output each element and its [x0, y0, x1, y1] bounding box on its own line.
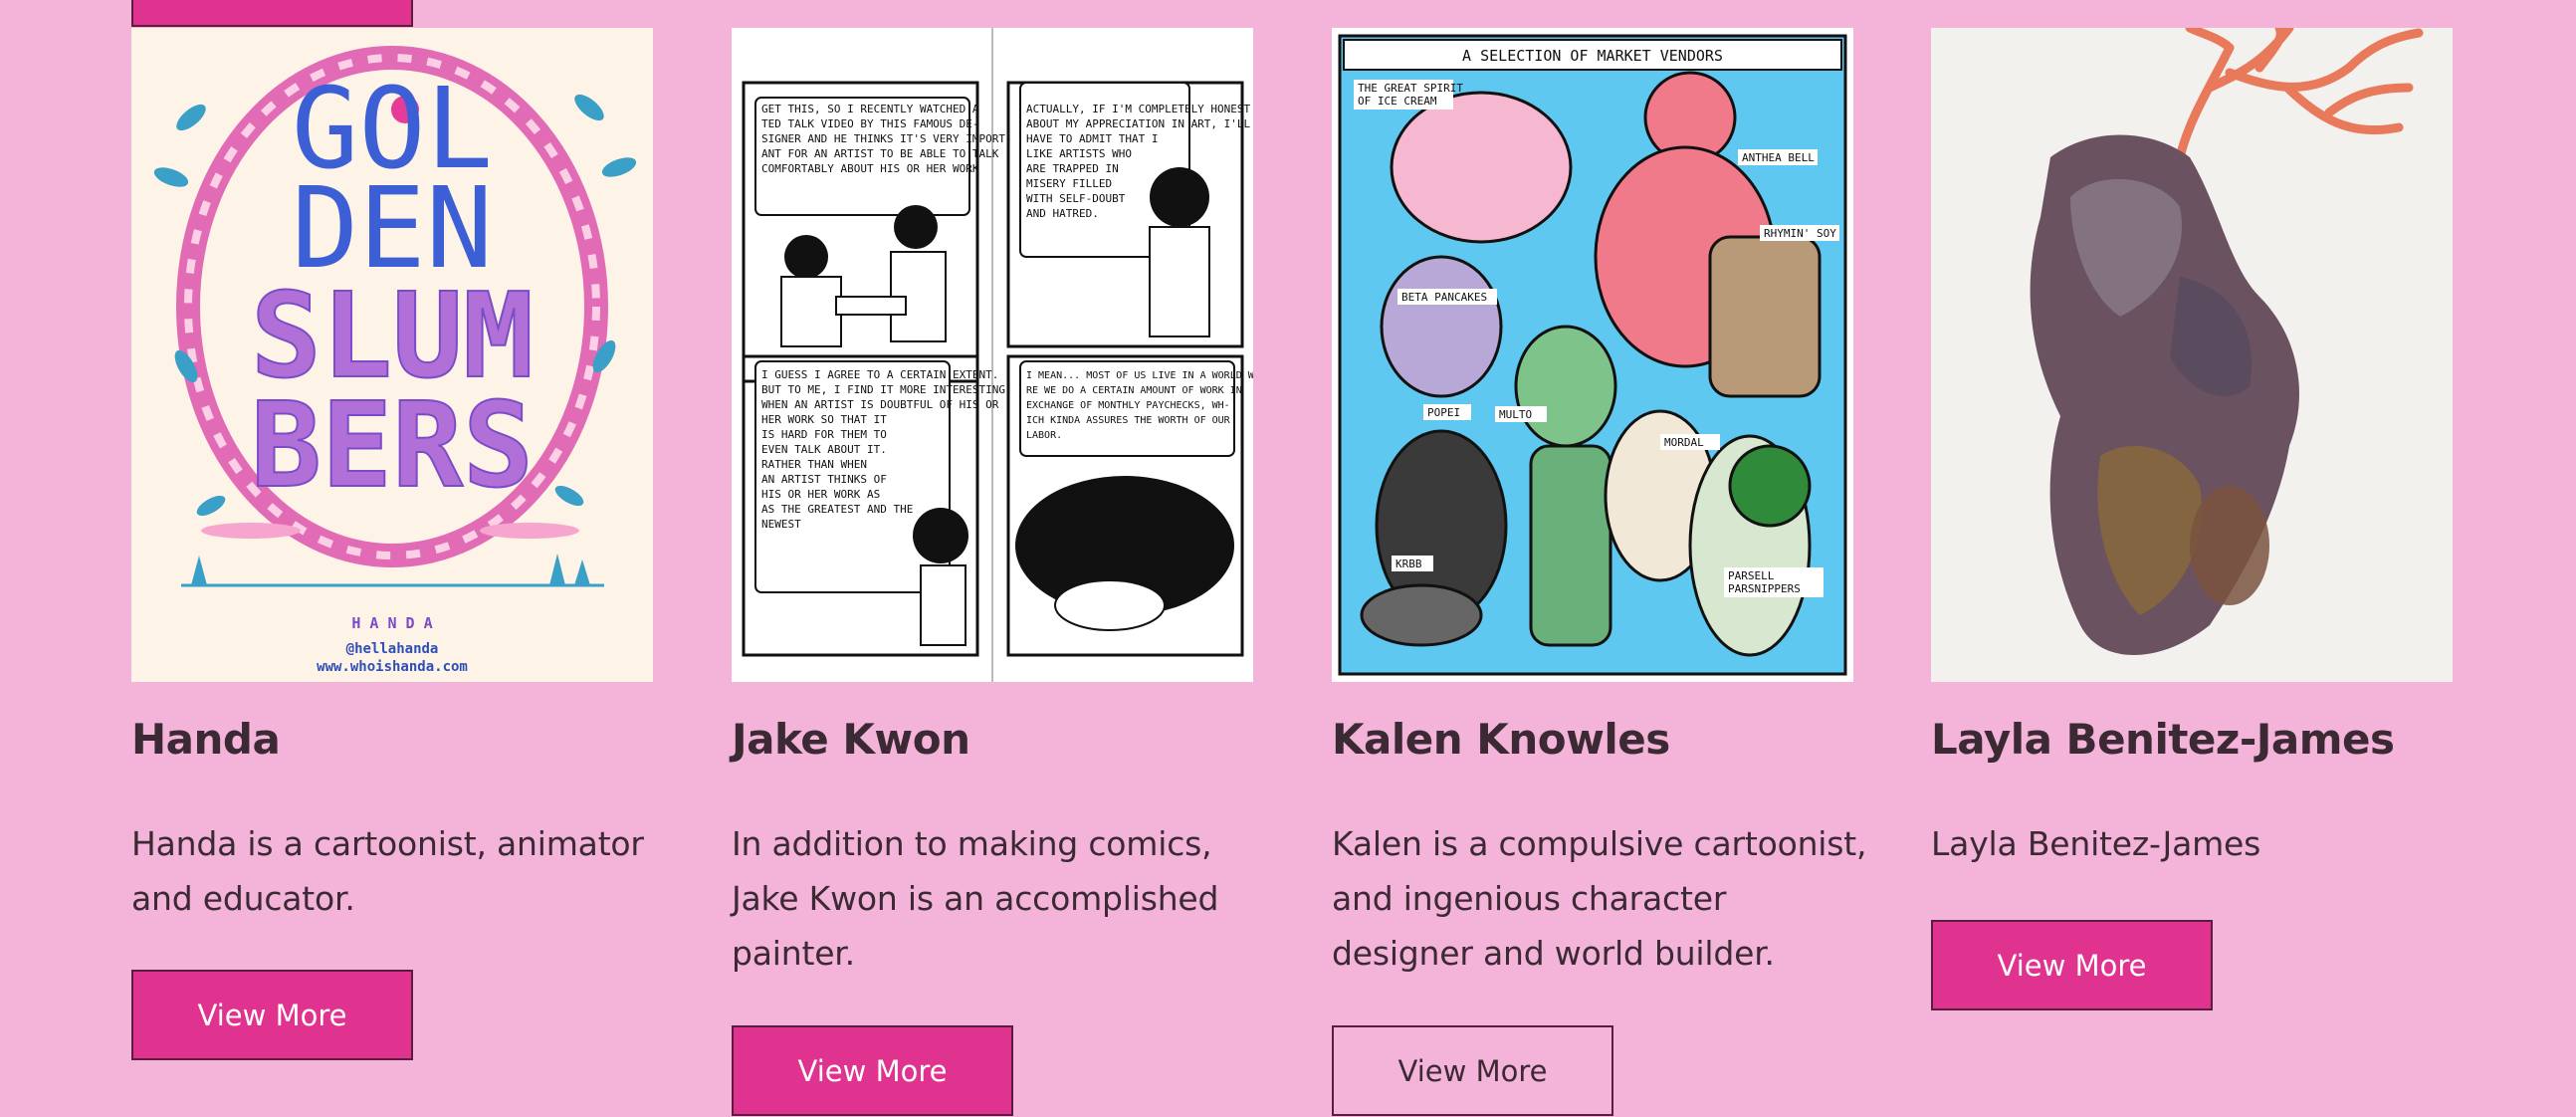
- credit-name: H A N D A: [351, 614, 432, 632]
- label-krbb: KRBB: [1395, 558, 1422, 570]
- panel3-line-7: RATHER THAN WHEN: [761, 458, 867, 471]
- artist-description: Layla Benitez-James: [1931, 824, 2261, 863]
- panel4-line-1: I MEAN... MOST OF US LIVE IN A WORLD WHE…: [1026, 370, 1253, 381]
- panel1-line-5: COMFORTABLY ABOUT HIS OR HER WORK: [761, 162, 979, 175]
- label-great-spirit-2: OF ICE CREAM: [1358, 95, 1437, 108]
- panel2-line-3: HAVE TO ADMIT THAT I: [1026, 132, 1158, 145]
- label-rhymin-soy: RHYMIN' SOY: [1764, 227, 1836, 240]
- panel4-line-5: LABOR.: [1026, 430, 1062, 441]
- panel4-line-3: EXCHANGE OF MONTHLY PAYCHECKS, WH-: [1026, 400, 1230, 411]
- previous-view-more-button[interactable]: [131, 0, 413, 27]
- panel3-line-8: AN ARTIST THINKS OF: [761, 473, 887, 486]
- title-line-4: BERS: [251, 376, 534, 514]
- artist-description: In addition to making comics, Jake Kwon …: [732, 824, 1219, 973]
- panel4-line-4: ICH KINDA ASSURES THE WORTH OF OUR: [1026, 415, 1231, 426]
- artist-name: Jake Kwon: [732, 715, 970, 764]
- view-more-button[interactable]: View More: [131, 970, 413, 1060]
- artwork-comic-pages[interactable]: GET THIS, SO I RECENTLY WATCHED A TED TA…: [732, 28, 1253, 682]
- label-multo: MULTO: [1499, 408, 1532, 421]
- panel1-line-4: ANT FOR AN ARTIST TO BE ABLE TO TALK: [761, 147, 999, 160]
- panel3-line-6: EVEN TALK ABOUT IT.: [761, 443, 887, 456]
- panel2-line-6: MISERY FILLED: [1026, 177, 1112, 190]
- panel2-line-1: ACTUALLY, IF I'M COMPLETELY HONEST: [1026, 103, 1251, 115]
- label-parsnippers: PARSNIPPERS: [1728, 582, 1801, 595]
- label-popei: POPEI: [1427, 406, 1460, 419]
- panel3-line-5: IS HARD FOR THEM TO: [761, 428, 887, 441]
- panel3-line-9: HIS OR HER WORK AS: [761, 488, 880, 501]
- art-header: A SELECTION OF MARKET VENDORS: [1462, 47, 1723, 65]
- panel1-line-3: SIGNER AND HE THINKS IT'S VERY IMPORT-: [761, 132, 1012, 145]
- artwork-golden-slumbers[interactable]: GOL DEN SLUM BERS H A N D A @hellahanda …: [131, 28, 653, 682]
- artwork-figure-painting[interactable]: [1931, 28, 2453, 682]
- artist-description: Handa is a cartoonist, animator and educ…: [131, 824, 644, 918]
- view-more-button[interactable]: View More: [732, 1025, 1013, 1116]
- panel2-line-7: WITH SELF-DOUBT: [1026, 192, 1126, 205]
- view-more-button[interactable]: View More: [1931, 920, 2213, 1010]
- credit-url: www.whoishanda.com: [317, 659, 468, 675]
- panel2-line-2: ABOUT MY APPRECIATION IN ART, I'LL: [1026, 117, 1251, 130]
- panel4-line-2: RE WE DO A CERTAIN AMOUNT OF WORK IN: [1026, 385, 1242, 396]
- panel3-line-3: WHEN AN ARTIST IS DOUBTFUL OF HIS OR: [761, 398, 999, 411]
- panel2-line-4: LIKE ARTISTS WHO: [1026, 147, 1132, 160]
- label-parsell: PARSELL: [1728, 569, 1775, 582]
- label-anthea-bell: ANTHEA BELL: [1742, 151, 1815, 164]
- artwork-market-vendors[interactable]: A SELECTION OF MARKET VENDORS THE GREAT …: [1332, 28, 1853, 682]
- panel2-line-8: AND HATRED.: [1026, 207, 1099, 220]
- panel3-line-11: NEWEST: [761, 518, 801, 531]
- panel3-line-2: BUT TO ME, I FIND IT MORE INTERESTING: [761, 383, 1005, 396]
- panel3-line-4: HER WORK SO THAT IT: [761, 413, 887, 426]
- panel2-line-5: ARE TRAPPED IN: [1026, 162, 1119, 175]
- label-beta-pancakes: BETA PANCAKES: [1401, 291, 1487, 304]
- artist-name: Layla Benitez-James: [1931, 715, 2395, 764]
- credit-handle: @hellahanda: [346, 641, 439, 657]
- artist-description: Kalen is a compulsive cartoonist, and in…: [1332, 824, 1867, 973]
- label-mordal: MORDAL: [1664, 436, 1704, 449]
- label-great-spirit-1: THE GREAT SPIRIT: [1358, 82, 1463, 95]
- panel1-line-1: GET THIS, SO I RECENTLY WATCHED A: [761, 103, 979, 115]
- panel3-line-10: AS THE GREATEST AND THE: [761, 503, 913, 516]
- artist-name: Handa: [131, 715, 281, 764]
- view-more-button[interactable]: View More: [1332, 1025, 1613, 1116]
- artist-name: Kalen Knowles: [1332, 715, 1670, 764]
- panel3-line-1: I GUESS I AGREE TO A CERTAIN EXTENT.: [761, 368, 998, 381]
- panel1-line-2: TED TALK VIDEO BY THIS FAMOUS DE-: [761, 117, 979, 130]
